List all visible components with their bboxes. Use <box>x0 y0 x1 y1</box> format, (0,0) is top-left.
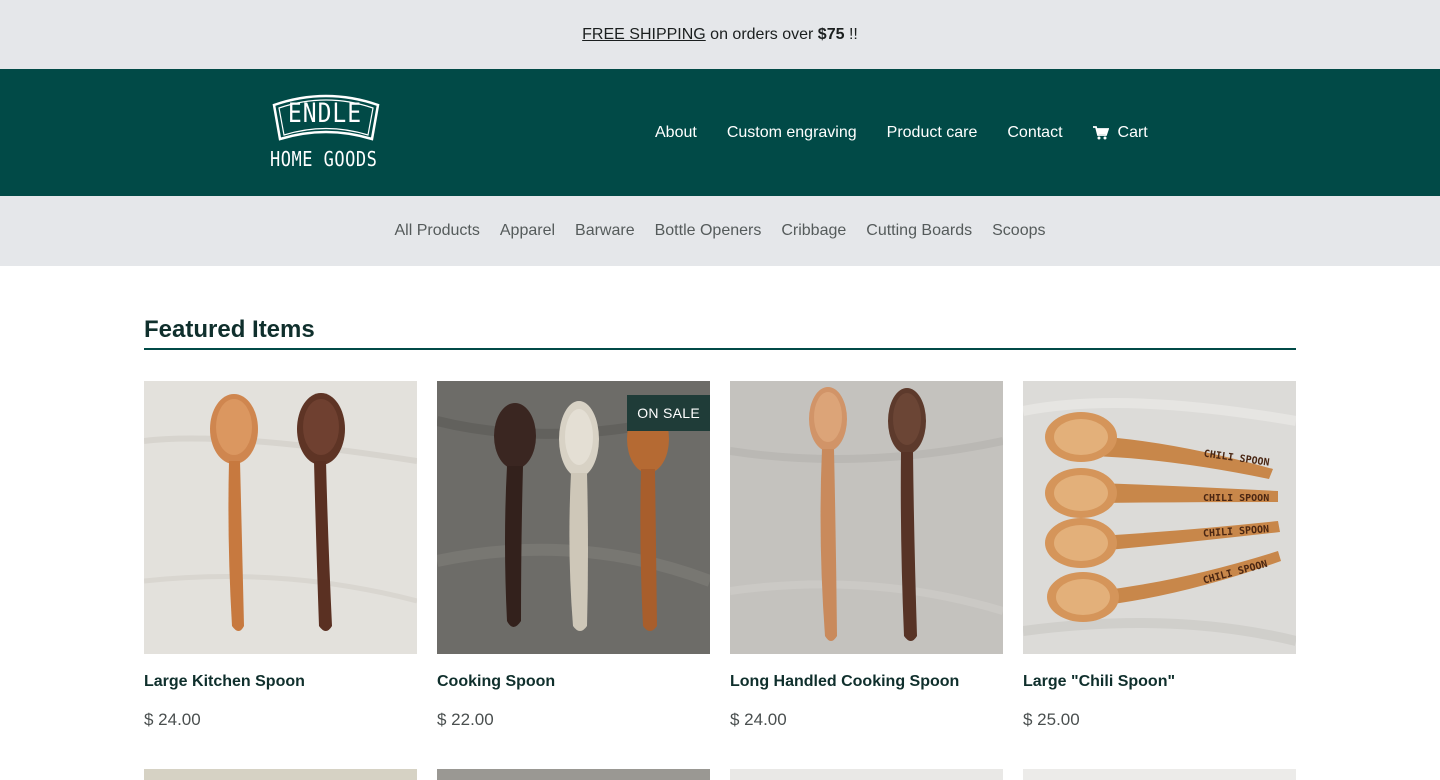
free-shipping-link[interactable]: FREE SHIPPING <box>582 26 706 44</box>
product-card[interactable]: ON SALE Cooking Spoon $ 22.00 <box>437 381 710 729</box>
nav-product-care[interactable]: Product care <box>887 124 978 142</box>
announcement-amount: $75 <box>817 25 845 43</box>
announcement-suffix: !! <box>844 25 858 43</box>
main-nav: About Custom engraving Product care Cont… <box>655 69 1148 196</box>
category-all-products[interactable]: All Products <box>395 222 480 240</box>
product-card[interactable]: Large Kitchen Spoon $ 24.00 <box>144 381 417 729</box>
product-image-partial[interactable] <box>437 769 710 780</box>
featured-title: Featured Items <box>144 316 315 343</box>
category-scoops[interactable]: Scoops <box>992 222 1045 240</box>
two-spoons-icon <box>144 381 417 654</box>
product-image[interactable]: CHILI SPOON CHILI SPOON CHILI SPOON CHIL… <box>1023 381 1296 654</box>
nav-about[interactable]: About <box>655 124 697 142</box>
announcement-bar: FREE SHIPPING on orders over $75 !! <box>0 0 1440 69</box>
product-image-partial[interactable] <box>144 769 417 780</box>
product-image[interactable] <box>730 381 1003 654</box>
product-image-partial[interactable] <box>1023 769 1296 780</box>
category-cribbage[interactable]: Cribbage <box>781 222 846 240</box>
long-spoons-icon <box>730 381 1003 654</box>
nav-custom-engraving[interactable]: Custom engraving <box>727 124 857 142</box>
logo-subtitle: HOME GOODS <box>270 148 378 172</box>
product-name[interactable]: Large Kitchen Spoon <box>144 673 305 691</box>
cart-label: Cart <box>1117 123 1148 141</box>
sale-badge: ON SALE <box>627 395 710 431</box>
product-card[interactable]: Long Handled Cooking Spoon $ 24.00 <box>730 381 1003 729</box>
category-apparel[interactable]: Apparel <box>500 222 555 240</box>
product-image-partial[interactable] <box>730 769 1003 780</box>
category-barware[interactable]: Barware <box>575 222 635 240</box>
nav-contact[interactable]: Contact <box>1007 124 1062 142</box>
brand-logo[interactable]: ENDLE HOME GOODS <box>266 91 386 172</box>
site-header: ENDLE HOME GOODS About Custom engraving … <box>0 69 1440 196</box>
product-image[interactable]: ON SALE <box>437 381 710 654</box>
product-price: $ 22.00 <box>437 710 494 729</box>
product-price: $ 24.00 <box>730 710 787 729</box>
logo-wordmark: ENDLE <box>287 99 363 129</box>
announcement-text: on orders over <box>705 25 818 43</box>
section-divider <box>144 348 1296 350</box>
category-nav: All Products Apparel Barware Bottle Open… <box>0 196 1440 266</box>
category-cutting-boards[interactable]: Cutting Boards <box>866 222 972 240</box>
engraving-text: CHILI SPOON <box>1203 493 1269 504</box>
product-name[interactable]: Cooking Spoon <box>437 673 555 691</box>
product-name[interactable]: Large "Chili Spoon" <box>1023 673 1175 691</box>
nav-cart[interactable]: Cart <box>1092 123 1148 142</box>
category-bottle-openers[interactable]: Bottle Openers <box>655 222 762 240</box>
product-card[interactable]: CHILI SPOON CHILI SPOON CHILI SPOON CHIL… <box>1023 381 1296 729</box>
cart-icon <box>1092 125 1109 139</box>
product-price: $ 25.00 <box>1023 710 1080 729</box>
chili-spoons-icon: CHILI SPOON CHILI SPOON CHILI SPOON CHIL… <box>1023 381 1296 654</box>
product-name[interactable]: Long Handled Cooking Spoon <box>730 673 959 691</box>
product-image[interactable] <box>144 381 417 654</box>
product-price: $ 24.00 <box>144 710 201 729</box>
